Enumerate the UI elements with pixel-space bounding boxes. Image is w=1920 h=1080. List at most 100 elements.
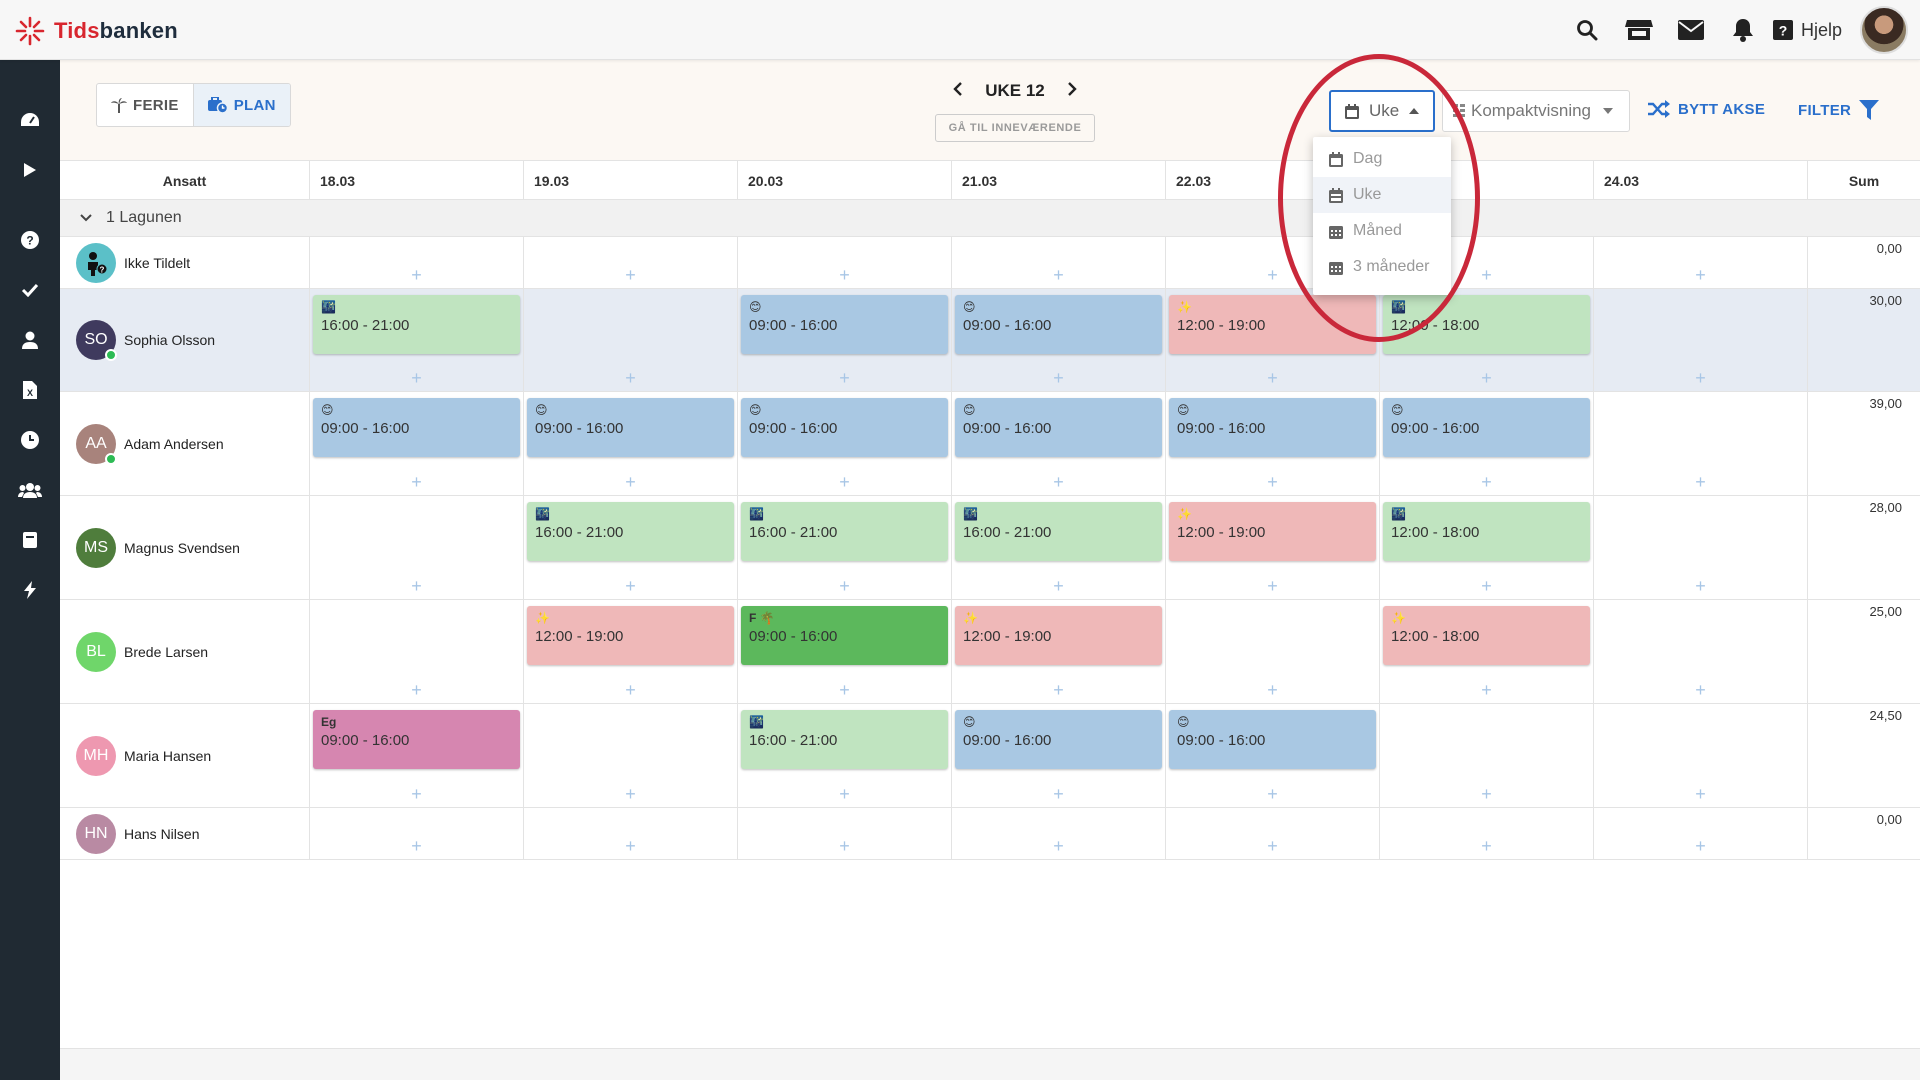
day-cell[interactable]: ✨ 12:00 - 18:00 + bbox=[1380, 600, 1594, 703]
logo[interactable]: Tidsbanken bbox=[14, 14, 178, 48]
user-icon[interactable] bbox=[0, 320, 60, 360]
shift-card[interactable]: 😊 09:00 - 16:00 bbox=[1383, 398, 1590, 457]
add-shift-plus-icon[interactable]: + bbox=[1695, 265, 1706, 286]
day-cell[interactable]: + bbox=[738, 808, 952, 859]
day-cell[interactable]: + bbox=[524, 289, 738, 391]
shift-card[interactable]: ✨ 12:00 - 19:00 bbox=[1169, 502, 1376, 561]
add-shift-plus-icon[interactable]: + bbox=[1267, 472, 1278, 493]
day-cell[interactable]: 😊 09:00 - 16:00 + bbox=[738, 289, 952, 391]
day-cell[interactable]: ✨ 12:00 - 19:00 + bbox=[1166, 496, 1380, 599]
add-shift-plus-icon[interactable]: + bbox=[1481, 472, 1492, 493]
day-cell[interactable]: 😊 09:00 - 16:00 + bbox=[524, 392, 738, 495]
day-cell[interactable]: 🌃 12:00 - 18:00 + bbox=[1380, 289, 1594, 391]
shift-card[interactable]: 🌃 16:00 - 21:00 bbox=[741, 710, 948, 769]
day-cell[interactable]: + bbox=[524, 808, 738, 859]
add-shift-plus-icon[interactable]: + bbox=[411, 680, 422, 701]
day-cell[interactable]: + bbox=[952, 808, 1166, 859]
add-shift-plus-icon[interactable]: + bbox=[1053, 784, 1064, 805]
day-cell[interactable]: 😊 09:00 - 16:00 + bbox=[738, 392, 952, 495]
day-cell[interactable]: 😊 09:00 - 16:00 + bbox=[1166, 392, 1380, 495]
play-icon[interactable] bbox=[0, 150, 60, 190]
shift-card[interactable]: 😊 09:00 - 16:00 bbox=[741, 398, 948, 457]
day-cell[interactable]: + bbox=[1594, 392, 1808, 495]
employee-cell[interactable]: MH Maria Hansen bbox=[60, 704, 310, 807]
add-shift-plus-icon[interactable]: + bbox=[625, 576, 636, 597]
shift-card[interactable]: 😊 09:00 - 16:00 bbox=[955, 710, 1162, 769]
add-shift-plus-icon[interactable]: + bbox=[1053, 836, 1064, 857]
shift-card[interactable]: 🌃 16:00 - 21:00 bbox=[741, 502, 948, 561]
bolt-icon[interactable] bbox=[0, 570, 60, 610]
day-cell[interactable]: + bbox=[310, 496, 524, 599]
add-shift-plus-icon[interactable]: + bbox=[1695, 680, 1706, 701]
prev-week-chevron-left-icon[interactable] bbox=[953, 81, 963, 102]
day-cell[interactable]: + bbox=[310, 808, 524, 859]
day-cell[interactable]: 🌃 16:00 - 21:00 + bbox=[524, 496, 738, 599]
bell-icon[interactable] bbox=[1717, 0, 1769, 60]
add-shift-plus-icon[interactable]: + bbox=[839, 576, 850, 597]
shift-card[interactable]: 😊 09:00 - 16:00 bbox=[313, 398, 520, 457]
shift-card[interactable]: 🌃 12:00 - 18:00 bbox=[1383, 502, 1590, 561]
add-shift-plus-icon[interactable]: + bbox=[1053, 368, 1064, 389]
day-cell[interactable]: 😊 09:00 - 16:00 + bbox=[310, 392, 524, 495]
shift-card[interactable]: F 🌴 09:00 - 16:00 bbox=[741, 606, 948, 665]
add-shift-plus-icon[interactable]: + bbox=[625, 265, 636, 286]
day-cell[interactable]: 🌃 16:00 - 21:00 + bbox=[310, 289, 524, 391]
group-row[interactable]: 1 Lagunen bbox=[60, 200, 1920, 237]
user-avatar[interactable] bbox=[1860, 6, 1908, 54]
day-cell[interactable]: 🌃 16:00 - 21:00 + bbox=[738, 496, 952, 599]
day-cell[interactable]: 😊 09:00 - 16:00 + bbox=[952, 289, 1166, 391]
view-option-uke[interactable]: Uke bbox=[1313, 177, 1451, 213]
employee-cell[interactable]: AA Adam Andersen bbox=[60, 392, 310, 495]
day-cell[interactable]: 😊 09:00 - 16:00 + bbox=[1166, 704, 1380, 807]
add-shift-plus-icon[interactable]: + bbox=[411, 836, 422, 857]
day-cell[interactable]: 🌃 16:00 - 21:00 + bbox=[952, 496, 1166, 599]
add-shift-plus-icon[interactable]: + bbox=[625, 836, 636, 857]
search-icon[interactable] bbox=[1561, 0, 1613, 60]
add-shift-plus-icon[interactable]: + bbox=[1267, 368, 1278, 389]
view-option-3-maneder[interactable]: 3 måneder bbox=[1313, 249, 1451, 285]
check-icon[interactable] bbox=[0, 270, 60, 310]
day-cell[interactable]: ✨ 12:00 - 19:00 + bbox=[1166, 289, 1380, 391]
add-shift-plus-icon[interactable]: + bbox=[1267, 836, 1278, 857]
help-link[interactable]: ? Hjelp bbox=[1772, 20, 1842, 41]
day-cell[interactable]: + bbox=[738, 237, 952, 288]
day-cell[interactable]: ✨ 12:00 - 19:00 + bbox=[524, 600, 738, 703]
question-icon[interactable]: ? bbox=[0, 220, 60, 260]
add-shift-plus-icon[interactable]: + bbox=[625, 784, 636, 805]
add-shift-plus-icon[interactable]: + bbox=[1053, 472, 1064, 493]
add-shift-plus-icon[interactable]: + bbox=[411, 576, 422, 597]
employee-cell[interactable]: MS Magnus Svendsen bbox=[60, 496, 310, 599]
shift-card[interactable]: 😊 09:00 - 16:00 bbox=[527, 398, 734, 457]
goto-current-button[interactable]: GÅ TIL INNEVÆRENDE bbox=[935, 114, 1095, 142]
add-shift-plus-icon[interactable]: + bbox=[411, 265, 422, 286]
day-cell[interactable]: + bbox=[310, 237, 524, 288]
day-cell[interactable]: F 🌴 09:00 - 16:00 + bbox=[738, 600, 952, 703]
add-shift-plus-icon[interactable]: + bbox=[1695, 836, 1706, 857]
shift-card[interactable]: 😊 09:00 - 16:00 bbox=[1169, 398, 1376, 457]
next-week-chevron-right-icon[interactable] bbox=[1067, 81, 1077, 102]
day-cell[interactable]: ✨ 12:00 - 19:00 + bbox=[952, 600, 1166, 703]
day-cell[interactable]: + bbox=[524, 237, 738, 288]
ferie-button[interactable]: FERIE bbox=[97, 84, 193, 126]
add-shift-plus-icon[interactable]: + bbox=[625, 368, 636, 389]
add-shift-plus-icon[interactable]: + bbox=[1267, 680, 1278, 701]
day-cell[interactable]: + bbox=[1380, 808, 1594, 859]
book-icon[interactable] bbox=[0, 520, 60, 560]
add-shift-plus-icon[interactable]: + bbox=[1695, 368, 1706, 389]
shift-card[interactable]: 🌃 12:00 - 18:00 bbox=[1383, 295, 1590, 354]
add-shift-plus-icon[interactable]: + bbox=[1481, 784, 1492, 805]
shift-card[interactable]: 😊 09:00 - 16:00 bbox=[741, 295, 948, 354]
store-icon[interactable] bbox=[1613, 0, 1665, 60]
mail-icon[interactable] bbox=[1665, 0, 1717, 60]
employee-cell[interactable]: SO Sophia Olsson bbox=[60, 289, 310, 391]
add-shift-plus-icon[interactable]: + bbox=[411, 472, 422, 493]
employee-cell[interactable]: BL Brede Larsen bbox=[60, 600, 310, 703]
add-shift-plus-icon[interactable]: + bbox=[839, 784, 850, 805]
add-shift-plus-icon[interactable]: + bbox=[839, 265, 850, 286]
add-shift-plus-icon[interactable]: + bbox=[1695, 472, 1706, 493]
add-shift-plus-icon[interactable]: + bbox=[1267, 576, 1278, 597]
day-cell[interactable]: + bbox=[1594, 289, 1808, 391]
view-option-dag[interactable]: Dag bbox=[1313, 141, 1451, 177]
shift-card[interactable]: 🌃 16:00 - 21:00 bbox=[955, 502, 1162, 561]
view-select[interactable]: Uke bbox=[1329, 90, 1435, 132]
